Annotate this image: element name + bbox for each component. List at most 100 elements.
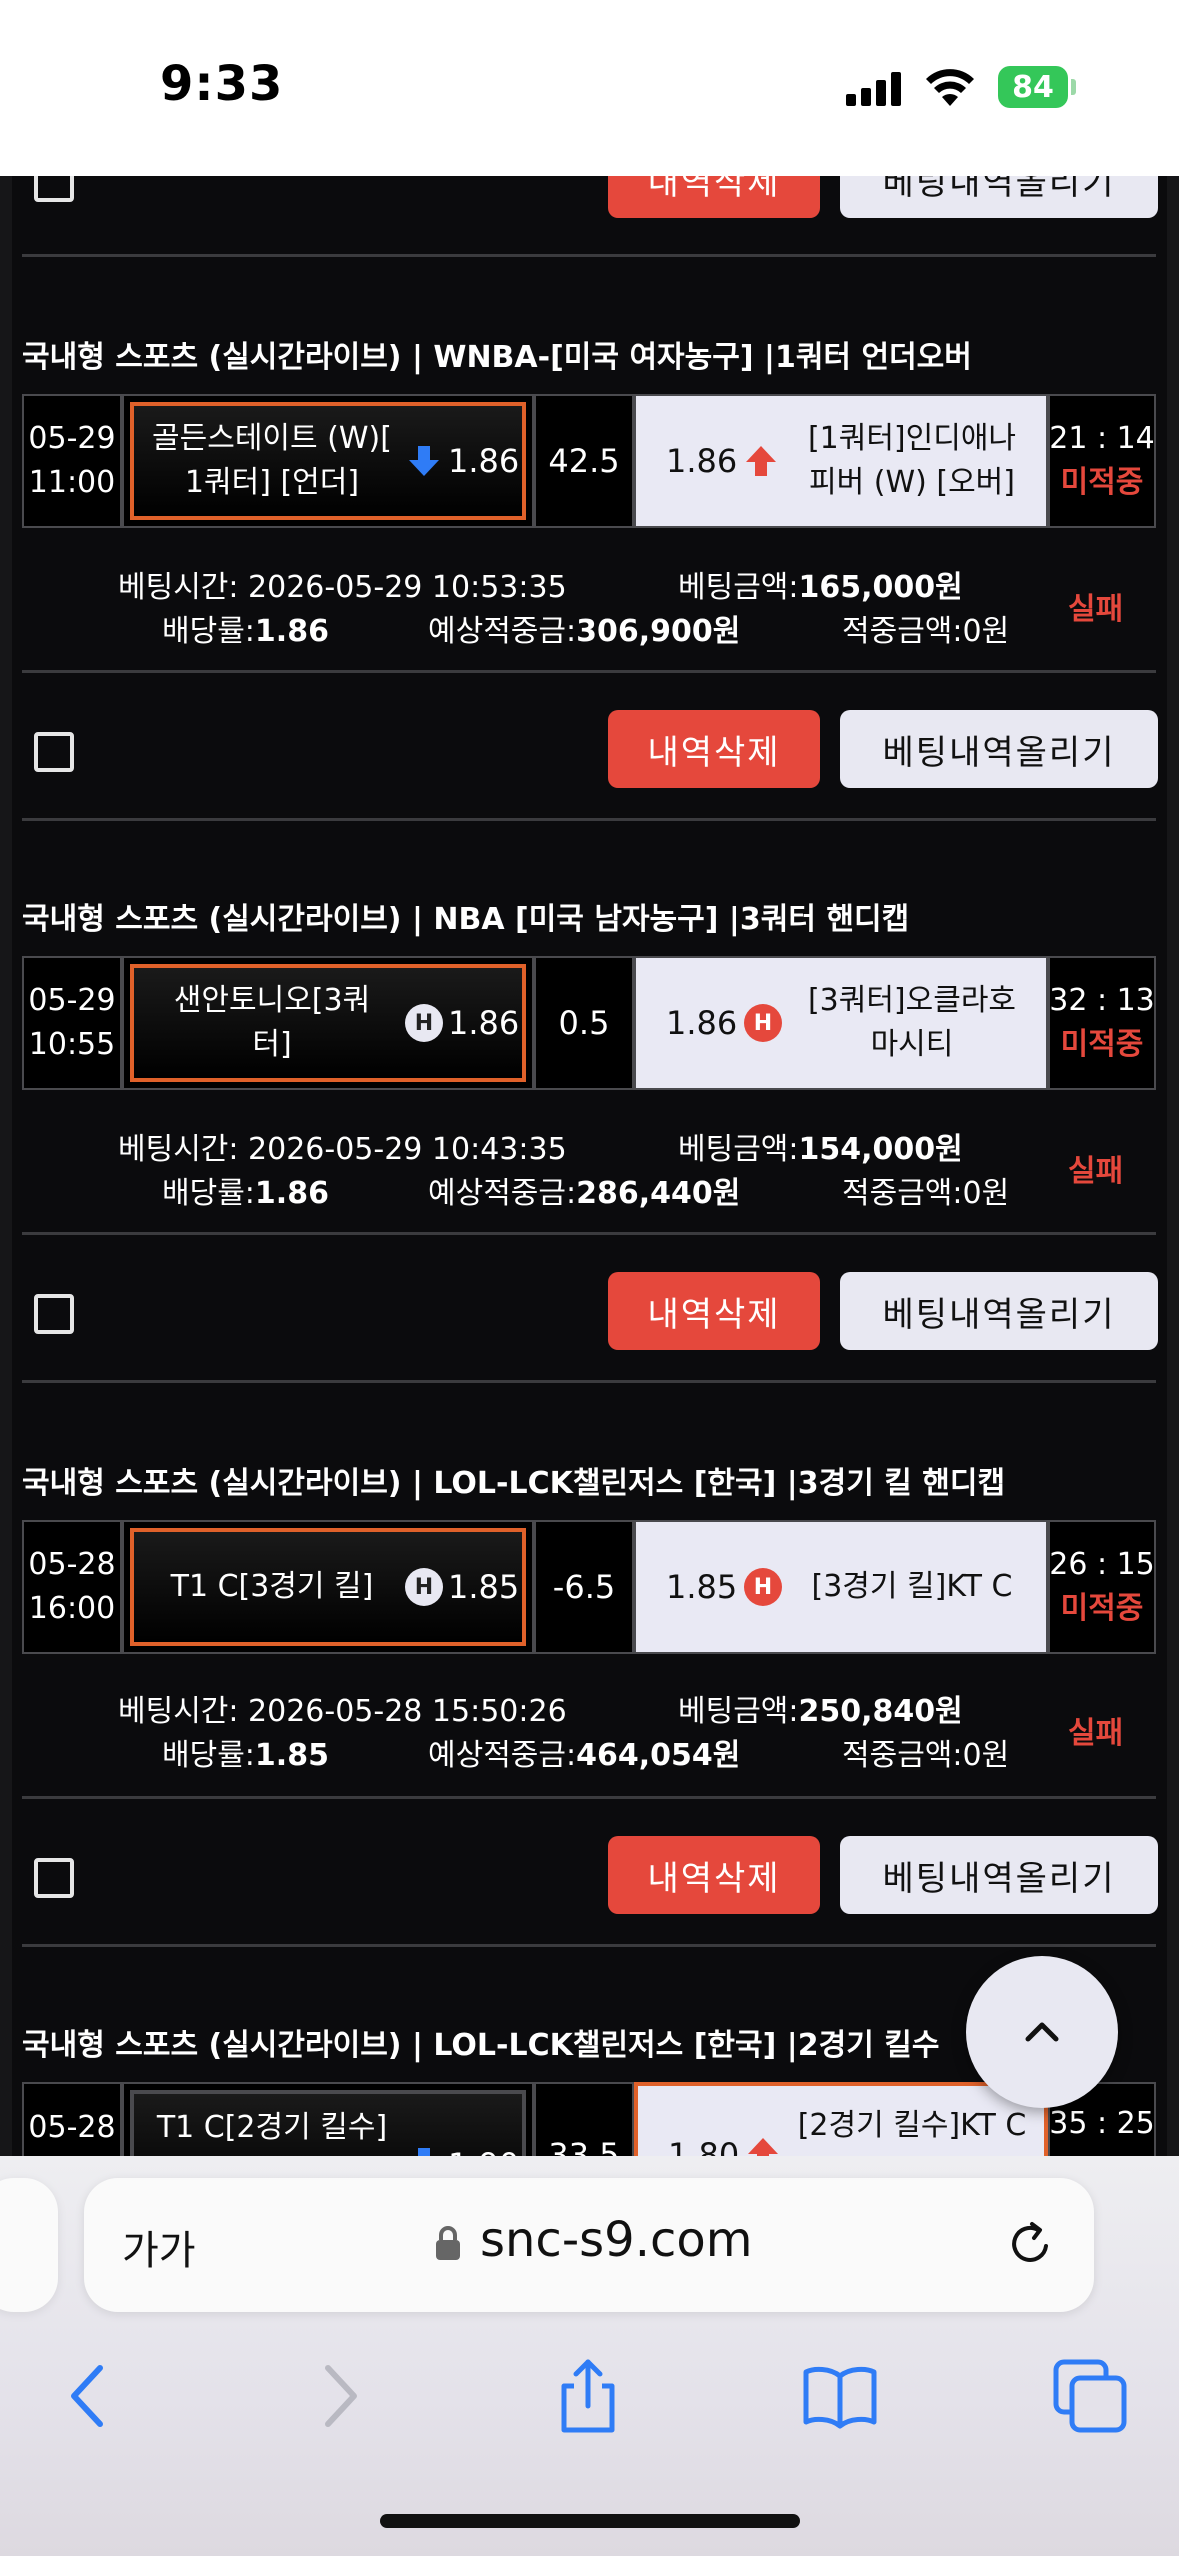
away-selection[interactable]: 1.86 H [3쿼터]오클라호 마시티 (634, 956, 1048, 1090)
bet-row: 05-28 16:00 T1 C[3경기 킬] H 1.85 -6.5 1.85… (22, 1520, 1156, 1654)
status-time: 9:33 (160, 56, 284, 112)
home-selection[interactable]: 샌안토니오[3쿼 터] H 1.86 (122, 956, 534, 1090)
match-score: 32 : 13 (1049, 983, 1155, 1018)
previous-tab-preview[interactable] (0, 2178, 58, 2312)
match-datetime: 05-29 10:55 (22, 956, 122, 1090)
home-odds: 1.85 (448, 1568, 520, 1606)
select-checkbox[interactable] (34, 176, 74, 202)
arrow-down-icon (418, 2148, 430, 2156)
forward-icon[interactable] (300, 2356, 380, 2436)
lock-icon (436, 2226, 460, 2260)
away-team-name: [3쿼터]오클라호 마시티 (807, 983, 1017, 1062)
away-odds: 1.86 (666, 1004, 738, 1042)
bet-row: 05-29 11:00 골든스테이트 (W)[ 1쿼터] [언더] 1.86 4… (22, 394, 1156, 528)
line-value: -6.5 (534, 1520, 634, 1654)
won-amount: 적중금액:0원 (842, 614, 1010, 649)
line-value: 33.5 (534, 2082, 634, 2156)
home-selection[interactable]: 골든스테이트 (W)[ 1쿼터] [언더] 1.86 (122, 394, 534, 528)
select-checkbox[interactable] (34, 1858, 74, 1898)
delete-history-button[interactable]: 내역삭제 (608, 176, 820, 218)
away-odds: 1.80 (668, 2136, 740, 2156)
score-status: 32 : 13 미적중 (1048, 956, 1156, 1090)
cellular-signal-icon (846, 70, 906, 106)
expected-payout: 예상적중금:464,054원 (428, 1738, 741, 1773)
match-score: 26 : 15 (1049, 1547, 1155, 1582)
chevron-up-icon (1025, 2022, 1059, 2042)
wifi-icon (926, 69, 974, 106)
back-icon[interactable] (48, 2356, 128, 2436)
divider (22, 1796, 1156, 1799)
bet-title: 국내형 스포츠 (실시간라이브) | LOL-LCK챌린저스 [한국] |3경기… (22, 1466, 1006, 1501)
scroll-to-top-button[interactable] (966, 1956, 1118, 2108)
upload-bet-history-button[interactable]: 베팅내역올리기 (840, 710, 1158, 788)
home-odds: 1.86 (448, 1004, 520, 1042)
divider (22, 1380, 1156, 1383)
address-bar[interactable]: 가가 snc-s9.com (84, 2178, 1094, 2312)
divider (22, 254, 1156, 257)
bet-time: 베팅시간: 2026-05-28 15:50:26 (118, 1694, 567, 1729)
bet-history-list[interactable]: 내역삭제 베팅내역올리기 국내형 스포츠 (실시간라이브) | WNBA-[미국… (0, 176, 1179, 2156)
status-bar: 9:33 84 (0, 0, 1179, 176)
bet-row: 05-28 T1 C[2경기 킬수] 1.90 33.5 1.80 (22, 2082, 1156, 2156)
handicap-icon: H (744, 1568, 782, 1606)
upload-bet-history-button[interactable]: 베팅내역올리기 (840, 176, 1158, 218)
away-team-name: [1쿼터]인디애나 피버 (W) [오버] (807, 421, 1017, 500)
home-team-name: T1 C[3경기 킬] (170, 1569, 374, 1604)
upload-bet-history-button[interactable]: 베팅내역올리기 (840, 1272, 1158, 1350)
select-checkbox[interactable] (34, 1294, 74, 1334)
reload-icon[interactable] (1002, 2216, 1058, 2272)
divider (22, 1944, 1156, 1947)
home-selection[interactable]: T1 C[2경기 킬수] 1.90 (122, 2082, 534, 2156)
bet-time: 베팅시간: 2026-05-29 10:43:35 (118, 1132, 567, 1167)
divider (22, 670, 1156, 673)
divider (22, 818, 1156, 821)
match-score: 35 : 25 (1049, 2106, 1155, 2141)
text-size-button[interactable]: 가가 (122, 2218, 196, 2276)
select-checkbox[interactable] (34, 732, 74, 772)
match-datetime: 05-28 16:00 (22, 1520, 122, 1654)
divider (22, 1232, 1156, 1235)
browser-toolbar: 가가 snc-s9.com (0, 2156, 1179, 2556)
match-datetime: 05-28 (22, 2082, 122, 2156)
away-odds: 1.85 (666, 1568, 738, 1606)
upload-bet-history-button[interactable]: 베팅내역올리기 (840, 1836, 1158, 1914)
battery-icon: 84 (998, 66, 1078, 108)
delete-history-button[interactable]: 내역삭제 (608, 1272, 820, 1350)
away-selection[interactable]: 1.85 H [3경기 킬]KT C (634, 1520, 1048, 1654)
home-odds: 1.86 (448, 442, 520, 480)
won-amount: 적중금액:0원 (842, 1738, 1010, 1773)
match-score: 21 : 14 (1049, 421, 1155, 456)
bet-odds: 배당률:1.85 (162, 1738, 329, 1773)
arrow-up-icon (748, 2138, 778, 2156)
away-selection[interactable]: 1.80 [2경기 킬수]KT C (634, 2082, 1048, 2156)
away-team-name: [3경기 킬]KT C (811, 1569, 1013, 1604)
home-team-name: T1 C[2경기 킬수] (156, 2110, 388, 2145)
delete-history-button[interactable]: 내역삭제 (608, 1836, 820, 1914)
tabs-icon[interactable] (1050, 2356, 1130, 2436)
score-status: 21 : 14 미적중 (1048, 394, 1156, 528)
bet-title: 국내형 스포츠 (실시간라이브) | NBA [미국 남자농구] |3쿼터 핸디… (22, 902, 910, 937)
bet-title: 국내형 스포츠 (실시간라이브) | LOL-LCK챌린저스 [한국] |2경기… (22, 2028, 940, 2063)
match-status: 미적중 (1060, 1027, 1144, 1062)
share-icon[interactable] (548, 2356, 628, 2436)
expected-payout: 예상적중금:286,440원 (428, 1176, 741, 1211)
home-odds: 1.90 (448, 2106, 522, 2156)
home-team-name: 샌안토니오[3쿼 터] (173, 983, 371, 1062)
expected-payout: 예상적중금:306,900원 (428, 614, 741, 649)
away-selection[interactable]: 1.86 [1쿼터]인디애나 피버 (W) [오버] (634, 394, 1048, 528)
match-status: 미적중 (1060, 465, 1144, 500)
url-text[interactable]: snc-s9.com (480, 2212, 752, 2268)
bet-result: 실패 (1068, 1716, 1124, 1751)
bookmarks-icon[interactable] (800, 2356, 880, 2436)
won-amount: 적중금액:0원 (842, 1176, 1010, 1211)
bet-title: 국내형 스포츠 (실시간라이브) | WNBA-[미국 여자농구] |1쿼터 언… (22, 340, 972, 375)
handicap-icon: H (405, 1004, 443, 1042)
away-odds: 1.86 (666, 442, 738, 480)
delete-history-button[interactable]: 내역삭제 (608, 710, 820, 788)
bet-amount: 베팅금액:165,000원 (678, 570, 963, 605)
home-selection[interactable]: T1 C[3경기 킬] H 1.85 (122, 1520, 534, 1654)
away-team-name: [2경기 킬수]KT C (797, 2108, 1027, 2143)
bet-amount: 베팅금액:250,840원 (678, 1694, 963, 1729)
handicap-icon: H (405, 1568, 443, 1606)
bet-odds: 배당률:1.86 (162, 614, 329, 649)
